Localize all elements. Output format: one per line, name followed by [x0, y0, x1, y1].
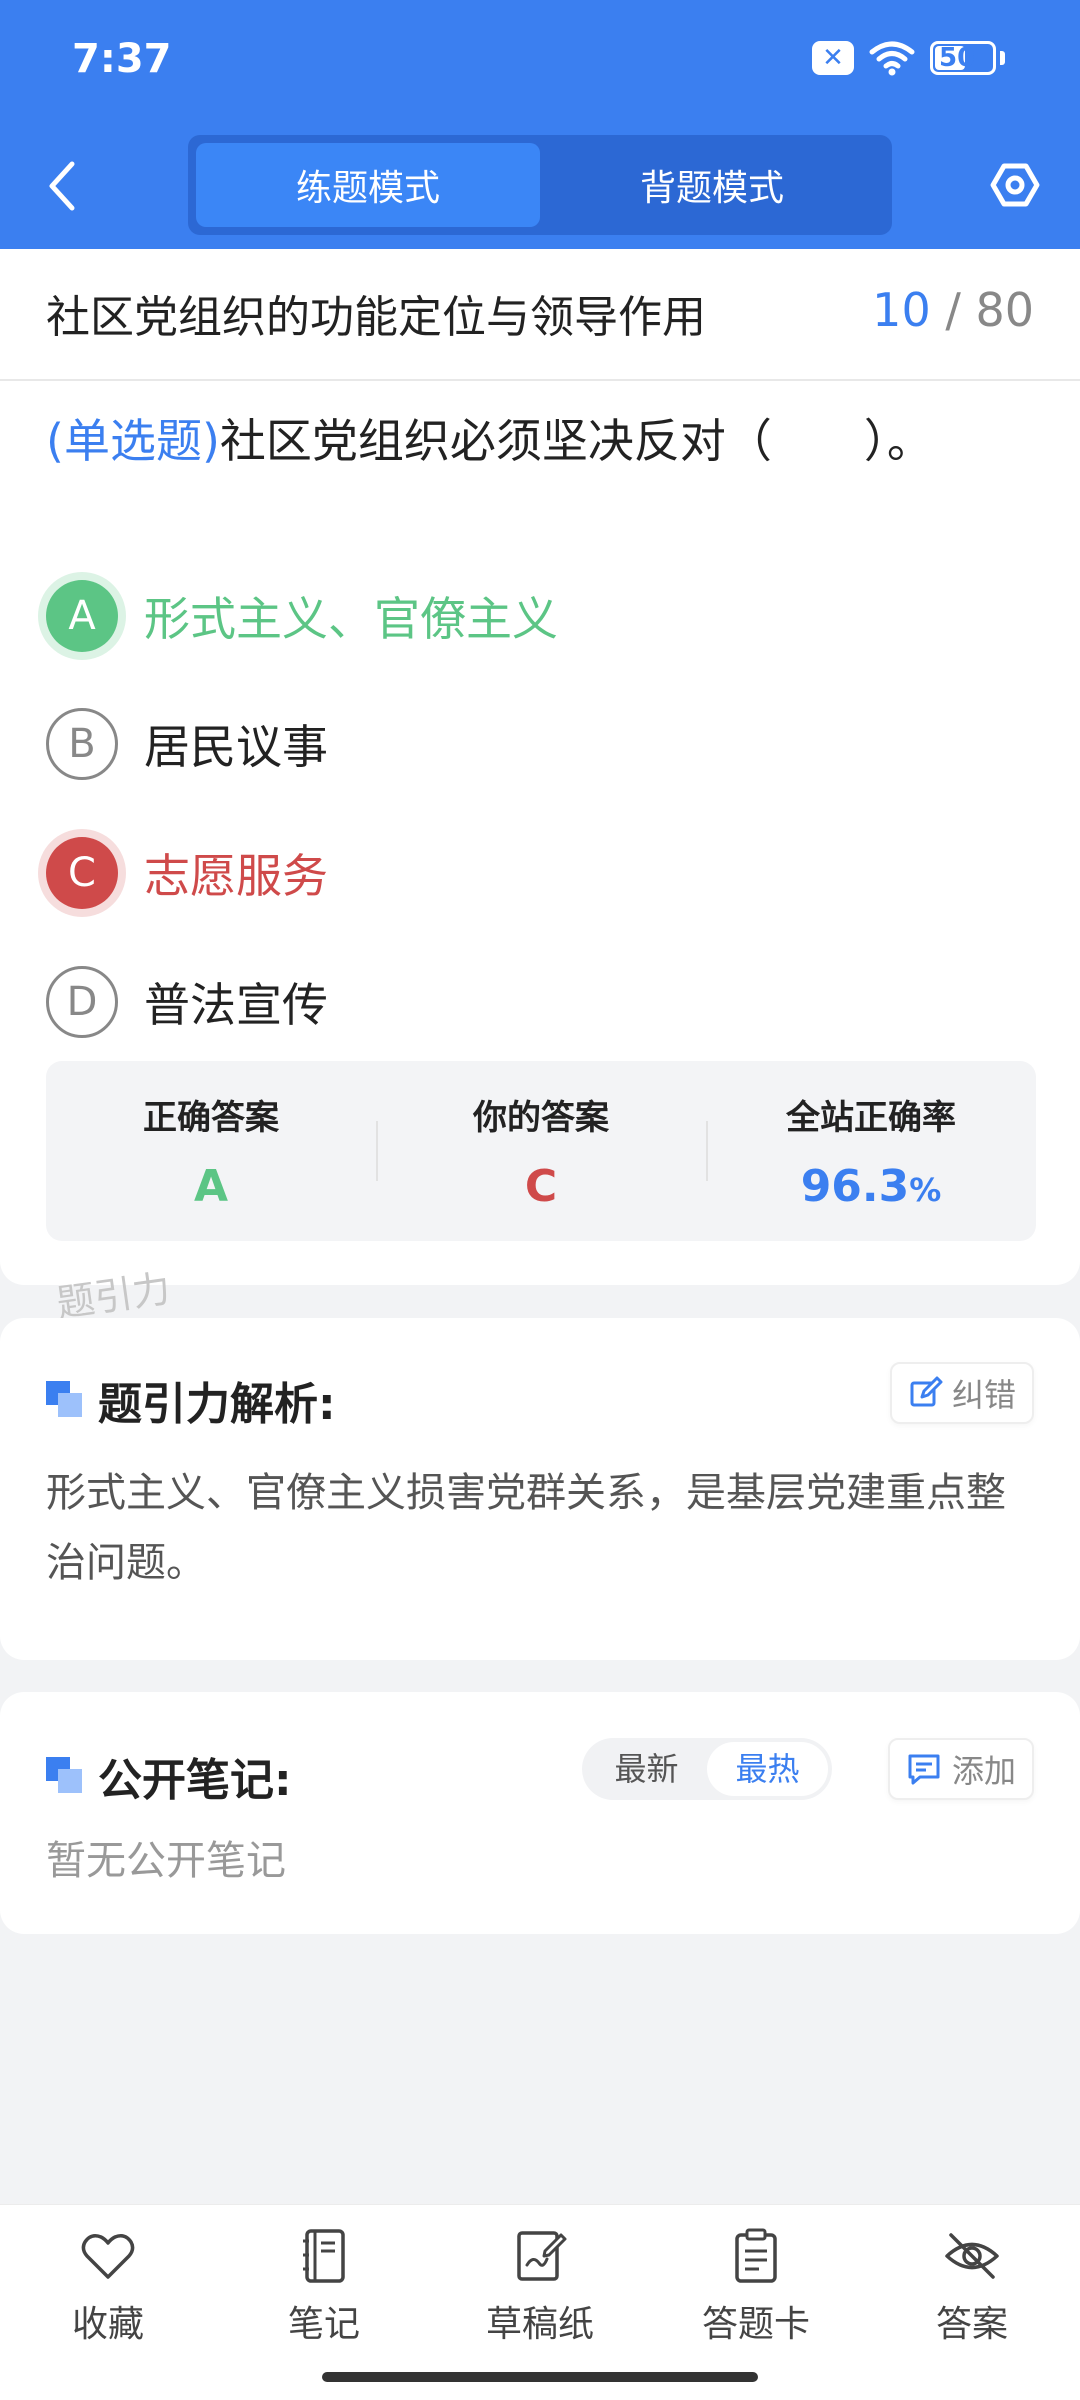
divider: [0, 379, 1080, 381]
notes-card: 公开笔记: 最新 最热 添加 暂无公开笔记: [0, 1692, 1080, 1934]
sort-hottest[interactable]: 最热: [707, 1742, 828, 1796]
add-note-button[interactable]: 添加: [887, 1738, 1034, 1800]
option-text: 形式主义、官僚主义: [144, 592, 558, 646]
option-b[interactable]: B 居民议事: [46, 704, 1046, 784]
section-title: 社区党组织的功能定位与领导作用: [46, 292, 706, 343]
stat-label: 你的答案: [473, 1098, 609, 1138]
option-d[interactable]: D 普法宣传: [46, 962, 1046, 1042]
tab-memorize-mode[interactable]: 背题模式: [540, 143, 884, 227]
section-square-icon: [46, 1381, 84, 1419]
option-text: 普法宣传: [144, 978, 328, 1032]
question-type: (单选题): [46, 414, 220, 468]
heart-icon: [81, 2234, 135, 2279]
home-indicator[interactable]: [322, 2372, 758, 2382]
status-time: 7:37: [72, 36, 172, 82]
correct-answer-stat: 正确答案 A: [46, 1061, 376, 1241]
rate-number: 96.3: [800, 1161, 910, 1212]
correct-answer-value: A: [193, 1161, 229, 1212]
notes-title: 公开笔记:: [98, 1755, 292, 1806]
nav-favorite[interactable]: 收藏: [0, 2205, 216, 2400]
option-letter: D: [46, 966, 118, 1038]
sort-newest[interactable]: 最新: [586, 1742, 707, 1796]
question-text: (单选题)社区党组织必须坚决反对（ ）。: [46, 409, 1046, 473]
notification-icon: ✕: [812, 41, 854, 75]
nav-label: 答题卡: [701, 2304, 810, 2345]
status-icons: ✕ 50: [812, 40, 1005, 76]
analysis-title: 题引力解析:: [98, 1379, 336, 1430]
question-card: 社区党组织的功能定位与领导作用 10 / 80 (单选题)社区党组织必须坚决反对…: [0, 249, 1080, 1285]
analysis-text: 形式主义、官僚主义损害党群关系，是基层党建重点整治问题。: [46, 1470, 1006, 1586]
settings-hex-icon[interactable]: [990, 160, 1040, 210]
accuracy-rate-stat: 全站正确率 96.3%: [706, 1061, 1036, 1241]
eye-off-icon: [945, 2233, 999, 2279]
mode-tabs: 练题模式 背题模式: [188, 135, 892, 235]
your-answer-stat: 你的答案 C: [376, 1061, 706, 1241]
add-note-label: 添加: [951, 1752, 1016, 1790]
battery-level: 50: [939, 43, 976, 73]
option-letter: B: [46, 708, 118, 780]
edit-icon: [910, 1376, 943, 1407]
nav-label: 草稿纸: [485, 2304, 594, 2345]
notes-empty-text: 暂无公开笔记: [46, 1838, 286, 1884]
battery-icon: 50: [930, 41, 996, 75]
analysis-header: 题引力解析:: [46, 1368, 336, 1432]
comment-icon: [908, 1754, 940, 1785]
current-question-number: 10: [872, 283, 931, 337]
notes-sort-toggle: 最新 最热: [582, 1738, 832, 1800]
option-text: 志愿服务: [144, 849, 328, 903]
total-question-count: / 80: [945, 283, 1034, 337]
option-c[interactable]: C 志愿服务: [46, 833, 1046, 913]
your-answer-value: C: [524, 1161, 558, 1212]
stat-label: 正确答案: [143, 1098, 279, 1138]
option-text: 居民议事: [144, 720, 328, 774]
nav-answer[interactable]: 答案: [864, 2205, 1080, 2400]
option-a[interactable]: A 形式主义、官僚主义: [46, 576, 1046, 656]
notebook-icon: [303, 2229, 345, 2283]
answer-stats: 正确答案 A 你的答案 C 全站正确率 96.3%: [46, 1061, 1036, 1241]
section-square-icon: [46, 1757, 84, 1795]
app-header: 7:37 ✕ 50 练题模式 背题模式: [0, 0, 1080, 249]
option-letter: A: [46, 580, 118, 652]
wifi-icon: [869, 41, 915, 76]
stat-label: 全站正确率: [786, 1098, 956, 1138]
report-error-button[interactable]: 纠错: [889, 1362, 1034, 1424]
nav-answer-card[interactable]: 答题卡: [648, 2205, 864, 2400]
nav-notes[interactable]: 笔记: [216, 2205, 432, 2400]
question-progress: 10 / 80: [872, 283, 1034, 337]
option-letter: C: [46, 837, 118, 909]
nav-draft[interactable]: 草稿纸: [432, 2205, 648, 2400]
notes-header: 公开笔记:: [46, 1744, 292, 1808]
draft-icon: [517, 2231, 567, 2281]
bottom-nav: 收藏 笔记 草稿纸 答题卡 答案: [0, 2204, 1080, 2400]
nav-label: 答案: [935, 2304, 1008, 2345]
report-error-label: 纠错: [951, 1376, 1016, 1414]
nav-label: 收藏: [71, 2304, 144, 2345]
rate-unit: %: [909, 1171, 942, 1209]
tab-practice-mode[interactable]: 练题模式: [196, 143, 540, 227]
analysis-card: 题引力解析: 纠错 形式主义、官僚主义损害党群关系，是基层党建重点整治问题。: [0, 1318, 1080, 1660]
accuracy-rate-value: 96.3%: [801, 1161, 942, 1212]
nav-label: 笔记: [287, 2304, 360, 2345]
answer-card-icon: [735, 2228, 777, 2283]
back-button[interactable]: [42, 158, 82, 214]
question-body: 社区党组织必须坚决反对（ ）。: [219, 414, 933, 468]
